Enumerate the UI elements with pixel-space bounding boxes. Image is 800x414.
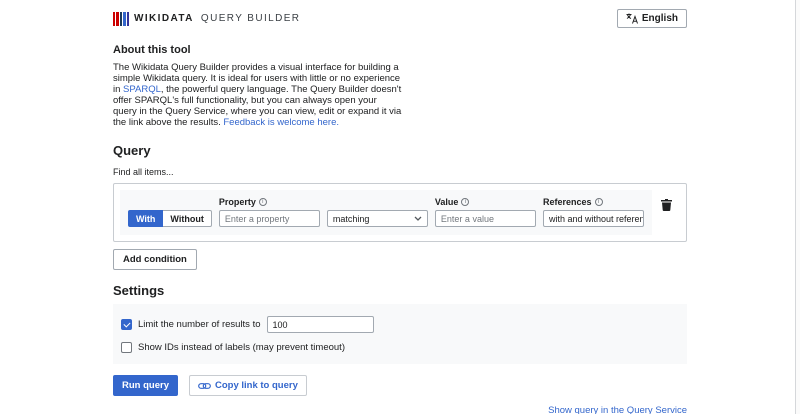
language-selector-button[interactable]: English	[617, 9, 687, 28]
find-all-items-text: Find all items...	[113, 167, 687, 177]
show-query-in-service-link[interactable]: Show query in the Query Service	[548, 405, 687, 414]
chevron-down-icon	[414, 216, 422, 221]
matching-selected-value: matching	[333, 214, 370, 224]
references-field-group: References with and without references	[543, 197, 644, 227]
logo-product: QUERY BUILDER	[201, 13, 301, 24]
info-icon[interactable]	[461, 198, 469, 206]
header: WIKIDATA QUERY BUILDER English	[113, 0, 687, 28]
value-label-text: Value	[435, 197, 459, 207]
condition-card: With Without Property matching	[120, 190, 652, 235]
info-icon[interactable]	[595, 198, 603, 206]
info-icon[interactable]	[259, 198, 267, 206]
limit-results-row: Limit the number of results to	[121, 316, 679, 333]
references-selected-value: with and without references	[549, 214, 644, 224]
page-scrollbar[interactable]	[795, 0, 800, 414]
about-text: The Wikidata Query Builder provides a vi…	[113, 62, 402, 128]
about-heading: About this tool	[113, 44, 687, 56]
query-heading: Query	[113, 143, 687, 158]
query-builder-page: WIKIDATA QUERY BUILDER English About thi…	[113, 0, 687, 414]
logo-text: WIKIDATA QUERY BUILDER	[134, 13, 300, 24]
show-ids-row: Show IDs instead of labels (may prevent …	[121, 342, 679, 353]
query-condition-container: With Without Property matching	[113, 183, 687, 242]
run-query-button[interactable]: Run query	[113, 375, 178, 396]
show-ids-label: Show IDs instead of labels (may prevent …	[138, 342, 345, 353]
settings-heading: Settings	[113, 283, 687, 298]
value-input[interactable]	[435, 210, 536, 227]
matching-field-group: matching	[327, 210, 428, 227]
references-dropdown[interactable]: with and without references	[543, 210, 644, 227]
references-label: References	[543, 197, 644, 207]
settings-panel: Limit the number of results to Show IDs …	[113, 304, 687, 364]
logo-wikidata: WIKIDATA	[134, 13, 194, 24]
wikidata-bars-icon	[113, 12, 129, 26]
wikidata-query-builder-logo: WIKIDATA QUERY BUILDER	[113, 12, 300, 26]
property-label: Property	[219, 197, 320, 207]
matching-dropdown[interactable]: matching	[327, 210, 428, 227]
property-field-group: Property	[219, 197, 320, 227]
property-label-text: Property	[219, 197, 256, 207]
with-without-toggle: With Without	[128, 210, 212, 227]
sparql-link[interactable]: SPARQL	[123, 84, 161, 95]
limit-results-label: Limit the number of results to	[138, 319, 261, 330]
show-query-row: Show query in the Query Service	[113, 405, 687, 414]
limit-results-input[interactable]	[267, 316, 374, 333]
toggle-with-button[interactable]: With	[128, 210, 163, 227]
toggle-without-button[interactable]: Without	[163, 210, 211, 227]
references-label-text: References	[543, 197, 592, 207]
language-label: English	[642, 13, 678, 24]
language-icon	[626, 13, 638, 24]
copy-link-label: Copy link to query	[215, 380, 298, 391]
add-condition-button[interactable]: Add condition	[113, 249, 197, 270]
property-input[interactable]	[219, 210, 320, 227]
feedback-link[interactable]: Feedback is welcome here.	[223, 117, 339, 128]
footer-buttons: Run query Copy link to query	[113, 375, 687, 396]
value-label: Value	[435, 197, 536, 207]
trash-icon	[661, 199, 672, 211]
delete-condition-button[interactable]	[652, 190, 680, 211]
copy-link-button[interactable]: Copy link to query	[189, 375, 307, 396]
value-field-group: Value	[435, 197, 536, 227]
link-icon	[198, 382, 211, 390]
show-ids-checkbox[interactable]	[121, 342, 132, 353]
limit-results-checkbox[interactable]	[121, 319, 132, 330]
